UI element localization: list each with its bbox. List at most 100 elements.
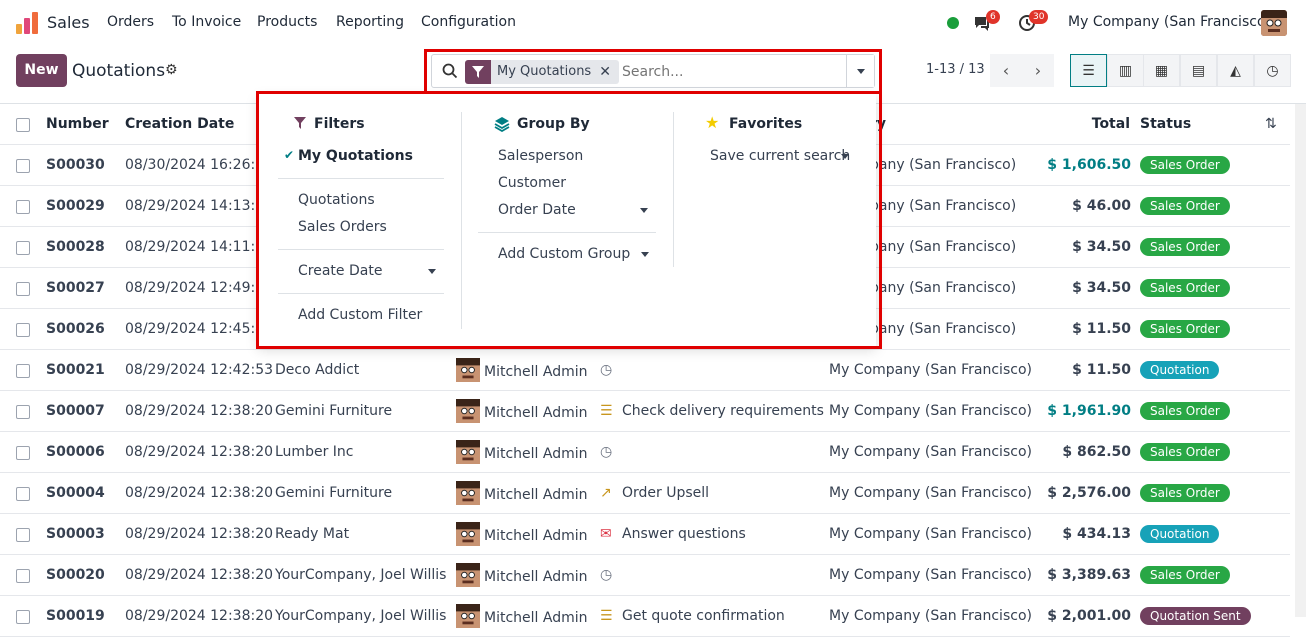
column-total[interactable]: Total	[1092, 116, 1130, 132]
pager-next-button[interactable]: ›	[1022, 54, 1054, 87]
company-name: pany (San Francisco)	[870, 321, 1017, 337]
select-all-checkbox[interactable]	[16, 118, 30, 132]
salesperson-avatar	[456, 563, 480, 587]
new-button[interactable]: New	[16, 54, 67, 87]
customer-name: Lumber Inc	[275, 444, 354, 460]
scrollbar[interactable]	[1295, 104, 1306, 617]
customer-name: Gemini Furniture	[275, 485, 393, 501]
row-checkbox[interactable]	[16, 241, 30, 255]
search-highlight-box	[424, 49, 882, 94]
company-name: pany (San Francisco)	[870, 239, 1017, 255]
column-creation-date[interactable]: Creation Date	[125, 116, 234, 132]
row-checkbox[interactable]	[16, 446, 30, 460]
activity-type-icon[interactable]: ☰	[600, 608, 613, 624]
order-number: S00003	[46, 526, 105, 542]
messages-badge: 6	[986, 10, 1000, 24]
table-row[interactable]: S00003 08/29/2024 12:38:20 Ready Mat Mitche…	[0, 514, 1290, 555]
kanban-view-button[interactable]: ▥	[1107, 54, 1144, 87]
order-number: S00007	[46, 403, 105, 419]
menu-reporting[interactable]: Reporting	[336, 14, 404, 30]
creation-date: 08/29/2024 12:45:41	[125, 321, 274, 337]
app-name[interactable]: Sales	[47, 13, 90, 32]
pager-previous-button[interactable]: ‹	[990, 54, 1022, 87]
pager-value[interactable]: 1-13 / 13	[926, 62, 985, 77]
company-switcher[interactable]: My Company (San Francisco)	[1068, 14, 1271, 30]
order-total: $ 2,001.00	[1047, 608, 1131, 624]
sales-app-icon[interactable]	[16, 12, 38, 34]
order-number: S00027	[46, 280, 105, 296]
salesperson-name: Mitchell Admin	[484, 569, 588, 585]
status-badge: Sales Order	[1140, 279, 1230, 297]
table-row[interactable]: S00007 08/29/2024 12:38:20 Gemini Furnitur…	[0, 391, 1290, 432]
company-name: My Company (San Francisco)	[829, 526, 1032, 542]
activity-summary: Check delivery requirements	[622, 403, 824, 419]
activity-summary: Answer questions	[622, 526, 746, 542]
order-total: $ 11.50	[1072, 321, 1131, 337]
menu-orders[interactable]: Orders	[107, 14, 154, 30]
activity-clock-icon[interactable]: ◷	[600, 444, 612, 460]
creation-date: 08/29/2024 12:38:20	[125, 526, 274, 542]
order-number: S00004	[46, 485, 105, 501]
activity-badge: 30	[1029, 10, 1049, 24]
status-badge: Sales Order	[1140, 320, 1230, 338]
row-checkbox[interactable]	[16, 528, 30, 542]
creation-date: 08/29/2024 12:38:20	[125, 485, 274, 501]
company-name: My Company (San Francisco)	[829, 608, 1032, 624]
customer-name: YourCompany, Joel Willis	[275, 567, 447, 583]
row-checkbox[interactable]	[16, 323, 30, 337]
row-checkbox[interactable]	[16, 282, 30, 296]
gear-icon[interactable]: ⚙	[165, 62, 178, 78]
row-checkbox[interactable]	[16, 487, 30, 501]
list-view-button[interactable]: ☰	[1070, 54, 1107, 87]
row-checkbox[interactable]	[16, 200, 30, 214]
salesperson-name: Mitchell Admin	[484, 405, 588, 421]
calendar-view-button[interactable]: ▦	[1143, 54, 1180, 87]
pivot-view-button[interactable]: ▤	[1180, 54, 1217, 87]
row-checkbox[interactable]	[16, 364, 30, 378]
order-number: S00030	[46, 157, 105, 173]
table-row[interactable]: S00020 08/29/2024 12:38:20 YourCompany, Jo…	[0, 555, 1290, 596]
status-badge: Quotation Sent	[1140, 607, 1251, 625]
company-name: My Company (San Francisco)	[829, 485, 1032, 501]
column-status[interactable]: Status	[1140, 116, 1191, 132]
activity-type-icon[interactable]: ✉	[600, 526, 612, 542]
customer-name: Deco Addict	[275, 362, 360, 378]
table-row[interactable]: S00006 08/29/2024 12:38:20 Lumber Inc Mitch…	[0, 432, 1290, 473]
salesperson-avatar	[456, 399, 480, 423]
activity-summary: Get quote confirmation	[622, 608, 785, 624]
optional-columns-icon[interactable]: ⇅	[1265, 116, 1277, 132]
row-checkbox[interactable]	[16, 159, 30, 173]
row-checkbox[interactable]	[16, 610, 30, 624]
column-number[interactable]: Number	[46, 116, 109, 132]
menu-to-invoice[interactable]: To Invoice	[172, 14, 241, 30]
activity-clock-icon[interactable]: ◷	[600, 567, 612, 583]
row-checkbox[interactable]	[16, 569, 30, 583]
order-total: $ 434.13	[1062, 526, 1131, 542]
activity-clock-icon[interactable]: ◷	[600, 362, 612, 378]
salesperson-avatar	[456, 358, 480, 382]
company-name: My Company (San Francisco)	[829, 403, 1032, 419]
company-name: pany (San Francisco)	[870, 280, 1017, 296]
customer-name: Gemini Furniture	[275, 403, 393, 419]
table-row[interactable]: S00021 08/29/2024 12:42:53 Deco Addict Mitc…	[0, 350, 1290, 391]
salesperson-avatar	[456, 604, 480, 628]
status-badge: Sales Order	[1140, 443, 1230, 461]
status-badge: Sales Order	[1140, 484, 1230, 502]
user-avatar[interactable]	[1261, 10, 1287, 36]
status-badge: Quotation	[1140, 361, 1220, 379]
menu-configuration[interactable]: Configuration	[421, 14, 516, 30]
salesperson-name: Mitchell Admin	[484, 487, 588, 503]
order-total: $ 2,576.00	[1047, 485, 1131, 501]
table-row[interactable]: S00004 08/29/2024 12:38:20 Gemini Furnitur…	[0, 473, 1290, 514]
menu-products[interactable]: Products	[257, 14, 317, 30]
activity-type-icon[interactable]: ↗	[600, 485, 612, 501]
order-total: $ 34.50	[1072, 239, 1131, 255]
activity-type-icon[interactable]: ☰	[600, 403, 613, 419]
activity-summary: Order Upsell	[622, 485, 710, 501]
creation-date: 08/29/2024 12:49:26	[125, 280, 274, 296]
salesperson-avatar	[456, 440, 480, 464]
order-total: $ 46.00	[1072, 198, 1131, 214]
graph-view-button[interactable]: ◭	[1217, 54, 1254, 87]
row-checkbox[interactable]	[16, 405, 30, 419]
activity-view-button[interactable]: ◷	[1254, 54, 1291, 87]
